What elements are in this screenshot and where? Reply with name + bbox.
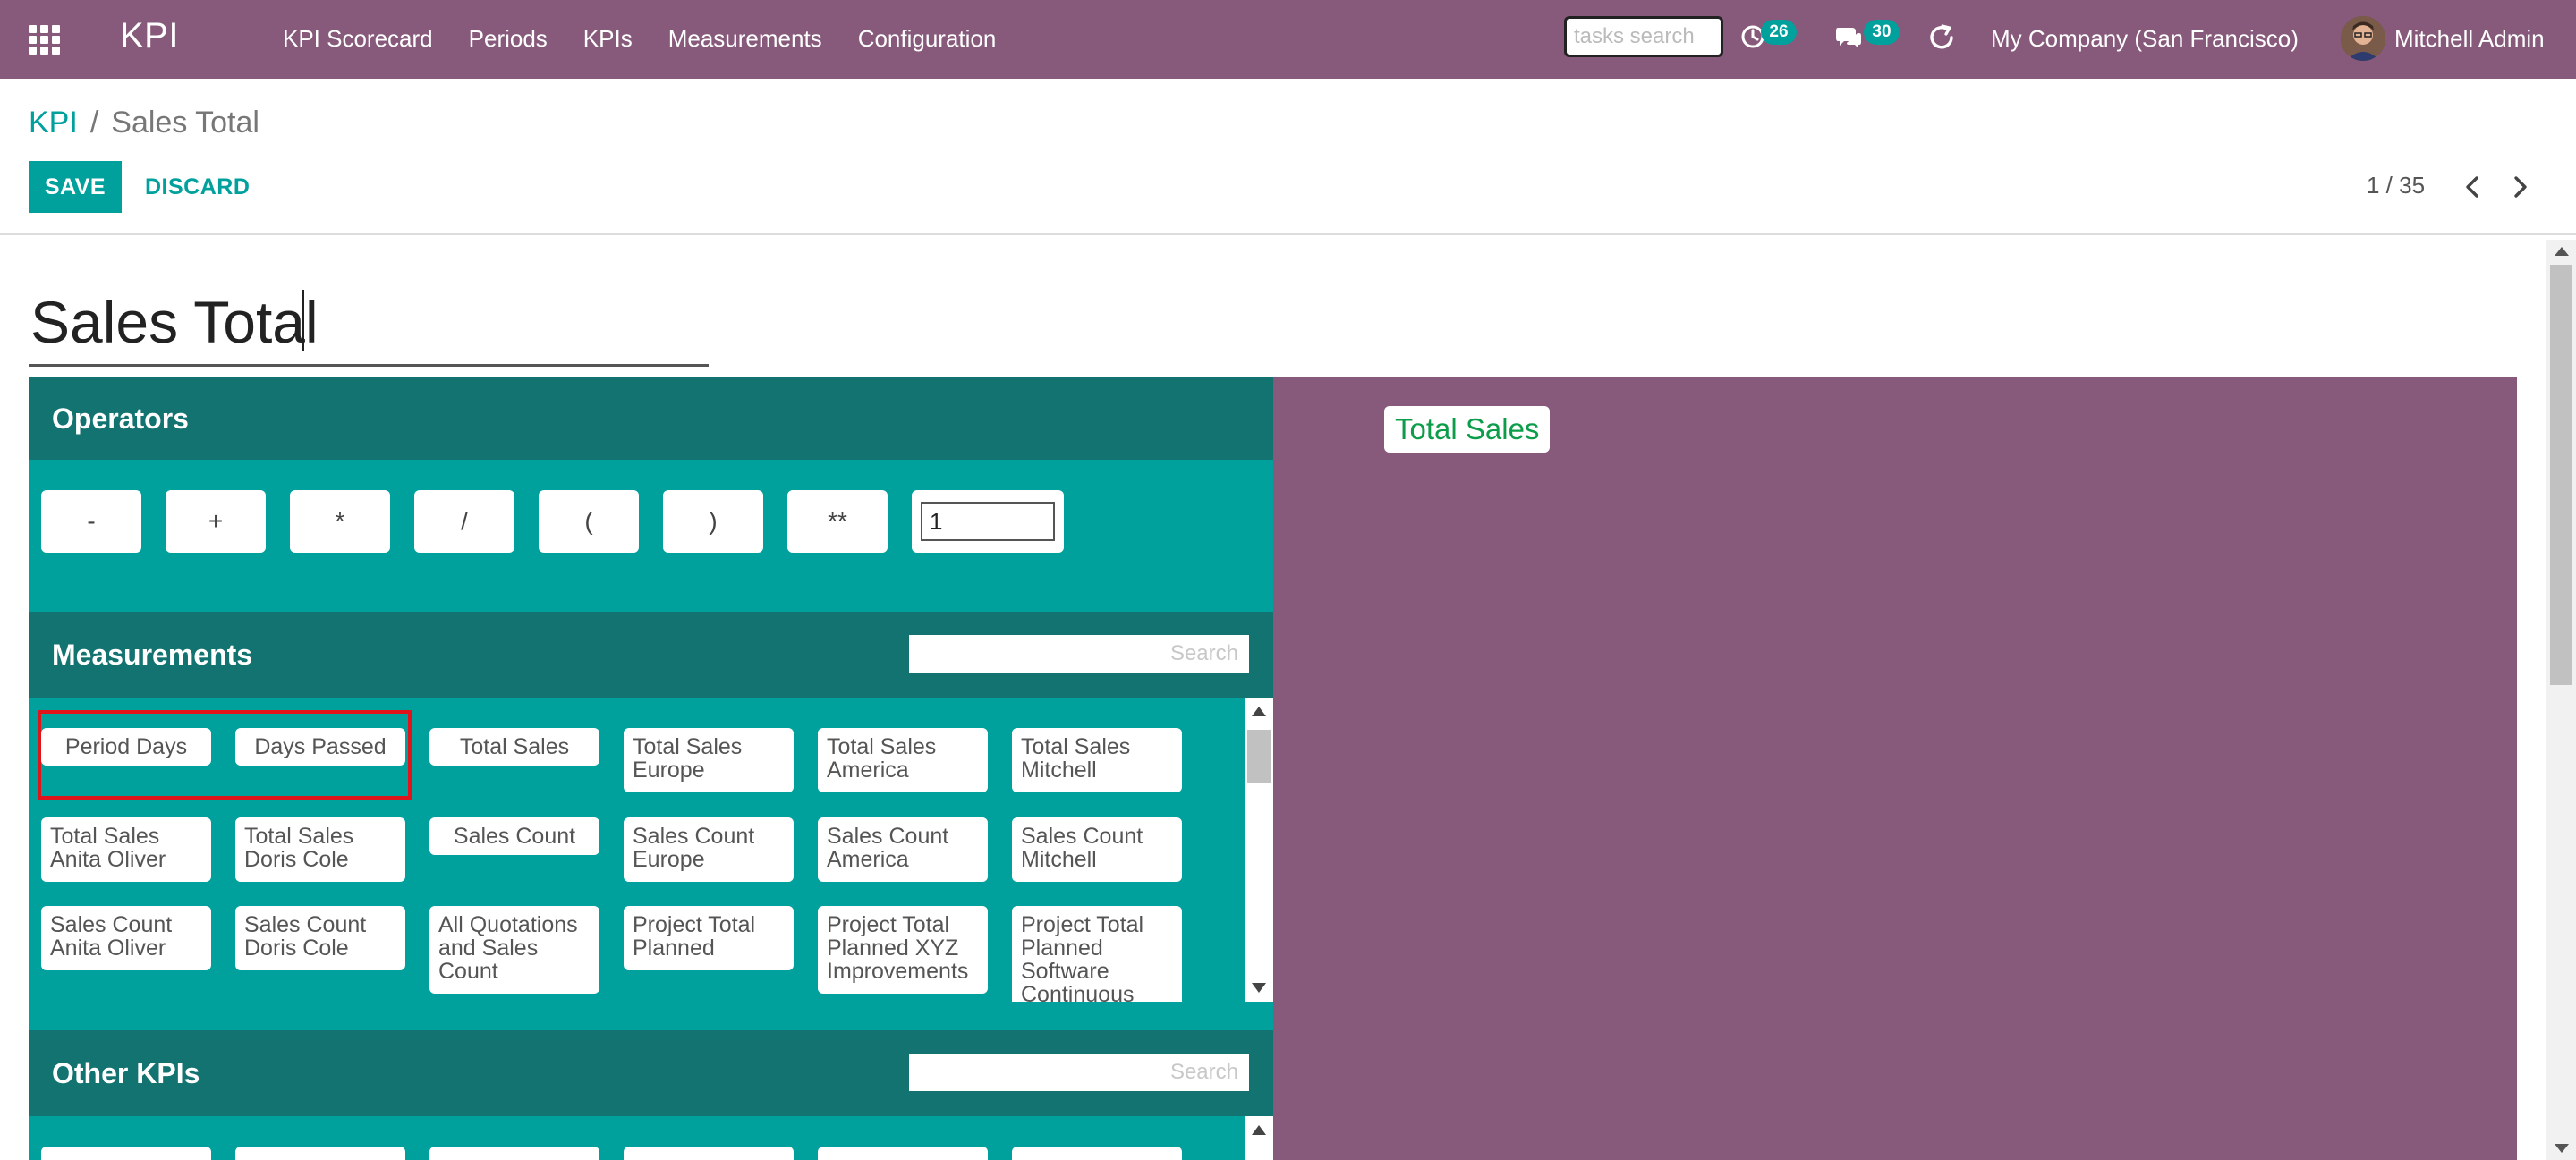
operator-minus-button[interactable]: - [41, 490, 141, 553]
pager-value: 1 / 35 [2367, 172, 2426, 199]
measurements-section-title: Measurements [52, 639, 253, 671]
scroll-up-arrow-icon[interactable] [1252, 707, 1266, 716]
measurement-chip[interactable]: Sales Count America [818, 817, 988, 882]
other-kpi-chip[interactable] [818, 1147, 988, 1160]
operator-power-button[interactable]: ** [787, 490, 888, 553]
menu-configuration[interactable]: Configuration [858, 25, 997, 53]
operator-divide-button[interactable]: / [414, 490, 514, 553]
constant-chip [912, 490, 1064, 553]
operator-plus-button[interactable]: + [166, 490, 266, 553]
measurement-chip[interactable]: Sales Count Europe [624, 817, 794, 882]
measurements-section-header: Measurements [29, 612, 1273, 698]
activity-count-badge: 26 [1761, 20, 1797, 45]
formula-canvas[interactable]: Total Sales [1273, 377, 2517, 1160]
measurement-chip[interactable]: All Quotations and Sales Count [429, 906, 599, 994]
app-brand[interactable]: KPI [120, 16, 179, 56]
menu-kpis[interactable]: KPIs [583, 25, 633, 53]
other-kpis-section-title: Other KPIs [52, 1057, 200, 1089]
text-caret [302, 290, 304, 351]
measurement-chip[interactable]: Sales Count Anita Oliver [41, 906, 211, 970]
other-kpi-chip[interactable] [235, 1147, 405, 1160]
breadcrumb-separator: / [89, 106, 99, 140]
measurement-chip[interactable]: Project Total Planned [624, 906, 794, 970]
page-scroll-up-arrow-icon[interactable] [2555, 247, 2569, 256]
menu-periods[interactable]: Periods [469, 25, 548, 53]
chat-bubbles-icon[interactable] [1834, 24, 1863, 51]
scrollbar-thumb[interactable] [1247, 730, 1271, 783]
other-kpi-chip[interactable] [41, 1147, 211, 1160]
page-scrollbar[interactable] [2546, 240, 2576, 1160]
measurement-chip[interactable]: Total Sales America [818, 728, 988, 792]
measurement-chip[interactable]: Sales Count Doris Cole [235, 906, 405, 970]
messages-count-badge: 30 [1864, 20, 1900, 45]
menu-kpi-scorecard[interactable]: KPI Scorecard [283, 25, 433, 53]
pager-next-chevron-icon[interactable] [2507, 172, 2534, 202]
user-menu[interactable]: Mitchell Admin [2394, 25, 2545, 53]
breadcrumb-current: Sales Total [111, 106, 259, 140]
measurement-chip[interactable]: Project Total Planned Software Continuou… [1012, 906, 1182, 1002]
company-switcher[interactable]: My Company (San Francisco) [1991, 25, 2299, 53]
measurement-chip[interactable]: Total Sales Doris Cole [235, 817, 405, 882]
operator-close-paren-button[interactable]: ) [663, 490, 763, 553]
kpi-name-input[interactable] [29, 279, 709, 367]
other-kpi-chip[interactable] [624, 1147, 794, 1160]
refresh-icon[interactable] [1927, 23, 1956, 52]
measurement-chip[interactable]: Days Passed [235, 728, 405, 766]
constant-value-input[interactable] [921, 502, 1055, 541]
other-kpis-search-input[interactable] [909, 1054, 1249, 1091]
operators-section-title: Operators [52, 402, 189, 435]
measurement-chip[interactable]: Sales Count Mitchell [1012, 817, 1182, 882]
other-kpis-section-header: Other KPIs [29, 1030, 1273, 1116]
control-panel-divider [0, 233, 2576, 235]
formula-chip-total-sales[interactable]: Total Sales [1384, 406, 1551, 453]
save-button[interactable]: SAVE [29, 161, 122, 213]
pager-previous-chevron-icon[interactable] [2459, 172, 2486, 202]
other-kpi-chip[interactable] [429, 1147, 599, 1160]
formula-builder-panel: Operators - + * / ( ) ** Measurements Pe… [29, 377, 1273, 1160]
operators-section-header: Operators [29, 377, 1273, 460]
scroll-up-arrow-icon[interactable] [1252, 1125, 1266, 1135]
user-avatar[interactable] [2341, 16, 2385, 61]
measurement-chip[interactable]: Total Sales Europe [624, 728, 794, 792]
operator-open-paren-button[interactable]: ( [539, 490, 639, 553]
measurement-chip[interactable]: Project Total Planned XYZ Improvements [818, 906, 988, 994]
operator-multiply-button[interactable]: * [290, 490, 390, 553]
measurement-chip[interactable]: Total Sales Mitchell [1012, 728, 1182, 792]
breadcrumb: KPI / Sales Total [29, 106, 259, 140]
measurement-chip[interactable]: Period Days [41, 728, 211, 766]
measurements-list: Period Days Days Passed Total Sales Tota… [29, 698, 1273, 1002]
page-scrollbar-thumb[interactable] [2550, 265, 2572, 685]
other-kpis-scrollbar[interactable] [1245, 1116, 1273, 1160]
main-menu: KPI Scorecard Periods KPIs Measurements … [283, 25, 996, 53]
discard-button[interactable]: DISCARD [134, 161, 260, 213]
tasks-search-input[interactable] [1564, 16, 1723, 57]
measurement-chip[interactable]: Total Sales Anita Oliver [41, 817, 211, 882]
top-navbar: KPI KPI Scorecard Periods KPIs Measureme… [0, 0, 2576, 79]
measurement-chip[interactable]: Sales Count [429, 817, 599, 855]
page-scroll-down-arrow-icon[interactable] [2555, 1144, 2569, 1153]
measurement-chip[interactable]: Total Sales [429, 728, 599, 766]
menu-measurements[interactable]: Measurements [668, 25, 822, 53]
breadcrumb-parent-link[interactable]: KPI [29, 106, 78, 140]
scroll-down-arrow-icon[interactable] [1252, 983, 1266, 993]
app-menu-grid-icon[interactable] [27, 23, 63, 55]
measurements-scrollbar[interactable] [1245, 698, 1273, 1002]
measurements-search-input[interactable] [909, 635, 1249, 673]
other-kpi-chip[interactable] [1012, 1147, 1182, 1160]
